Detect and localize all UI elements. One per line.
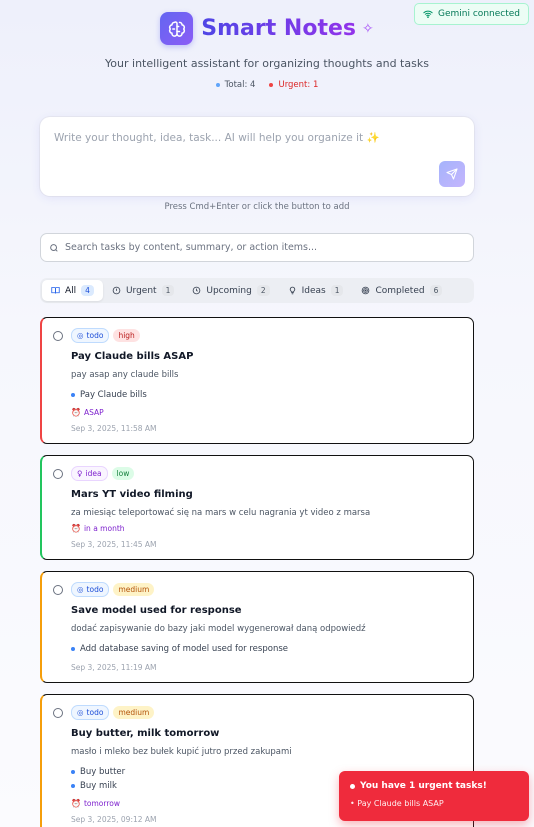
task-description: masło i mleko bez bułek kupić jutro prze… <box>71 747 292 757</box>
send-icon <box>446 168 458 180</box>
toast-item: • Pay Claude bills ASAP <box>350 799 444 808</box>
tab-count: 1 <box>161 285 175 296</box>
complete-checkbox[interactable] <box>53 708 63 718</box>
stats-bar: Total: 4 Urgent: 1 <box>0 80 534 90</box>
tag-row: ◎ todo medium <box>71 582 461 597</box>
type-badge: ◎ todo <box>71 328 110 343</box>
tag-row: ♀ idea low <box>71 466 461 481</box>
alert-dot-icon <box>350 783 355 789</box>
alarm-clock-icon: ⏰ <box>71 524 81 533</box>
tab-count: 6 <box>429 285 443 296</box>
due-label: ⏰ ASAP <box>71 408 104 417</box>
lightbulb-icon <box>289 286 295 295</box>
target-icon <box>362 286 370 295</box>
tab-ideas[interactable]: Ideas 1 <box>279 280 353 301</box>
tab-label: Completed <box>375 285 425 296</box>
complete-checkbox[interactable] <box>53 585 63 595</box>
task-description: za miesiąc teleportować się na mars w ce… <box>71 508 371 518</box>
target-icon: ◎ <box>77 585 84 594</box>
task-timestamp: Sep 3, 2025, 11:58 AM <box>71 424 157 433</box>
alarm-clock-icon: ⏰ <box>71 408 81 417</box>
tab-count: 1 <box>330 285 344 296</box>
brand: Smart Notes ✧ <box>0 12 534 45</box>
alarm-clock-icon: ⏰ <box>71 799 81 808</box>
task-title: Mars YT video filming <box>71 489 193 500</box>
task-title: Save model used for response <box>71 605 242 616</box>
task-card[interactable]: ◎ todo high Pay Claude bills ASAP pay asa… <box>40 317 474 444</box>
priority-badge: medium <box>113 583 155 596</box>
complete-checkbox[interactable] <box>53 469 63 479</box>
priority-badge: low <box>111 467 135 480</box>
due-label: ⏰ in a month <box>71 524 125 533</box>
type-badge: ◎ todo <box>71 705 110 720</box>
target-icon: ◎ <box>77 708 84 717</box>
alert-circle-icon <box>112 286 121 295</box>
tag-row: ◎ todo high <box>71 328 461 343</box>
tab-label: Upcoming <box>206 285 252 296</box>
compose-box <box>40 117 474 196</box>
task-card[interactable]: ♀ idea low Mars YT video filming za miesi… <box>40 455 474 560</box>
clock-icon <box>193 286 201 295</box>
complete-checkbox[interactable] <box>53 331 63 341</box>
task-title: Buy butter, milk tomorrow <box>71 728 220 739</box>
tab-count: 2 <box>256 285 270 296</box>
task-timestamp: Sep 3, 2025, 11:45 AM <box>71 540 157 549</box>
compose-hint: Press Cmd+Enter or click the button to a… <box>164 202 350 212</box>
task-description: pay asap any claude bills <box>71 370 179 380</box>
search-input[interactable] <box>65 242 473 253</box>
search-bar <box>40 233 474 262</box>
page-header: Smart Notes ✧ Your intelligent assistant… <box>0 12 534 90</box>
tab-upcoming[interactable]: Upcoming 2 <box>183 280 278 301</box>
toast-title: You have 1 urgent tasks! <box>350 781 518 791</box>
search-icon <box>50 243 58 252</box>
type-badge: ♀ idea <box>71 466 108 481</box>
task-timestamp: Sep 3, 2025, 11:19 AM <box>71 663 157 672</box>
task-title: Pay Claude bills ASAP <box>71 351 194 362</box>
priority-badge: high <box>113 329 140 342</box>
action-item: Add database saving of model used for re… <box>71 642 461 656</box>
task-card[interactable]: ◎ todo medium Save model used for respons… <box>40 571 474 683</box>
tab-completed[interactable]: Completed 6 <box>352 280 451 301</box>
sparkles-icon: ✧ <box>361 20 374 37</box>
target-icon: ◎ <box>77 331 84 340</box>
tab-label: Ideas <box>301 285 326 296</box>
lightbulb-icon: ♀ <box>77 469 83 478</box>
action-items: Add database saving of model used for re… <box>71 642 461 656</box>
task-description: dodać zapisywanie do bazy jaki model wyg… <box>71 624 366 634</box>
tab-all[interactable]: All 4 <box>42 280 103 301</box>
tab-urgent[interactable]: Urgent 1 <box>103 280 183 301</box>
filter-tabs: All 4 Urgent 1 Upcoming 2 Ideas 1 Comple… <box>40 278 474 303</box>
tab-count: 4 <box>81 285 94 296</box>
thought-input[interactable] <box>40 117 474 196</box>
action-item: Pay Claude bills <box>71 388 461 402</box>
tag-row: ◎ todo medium <box>71 705 461 720</box>
page-title: Smart Notes <box>201 16 356 41</box>
tab-label: All <box>65 285 77 296</box>
book-icon <box>51 287 60 294</box>
stat-total: Total: 4 <box>215 80 255 90</box>
tab-label: Urgent <box>125 285 157 296</box>
stat-urgent: Urgent: 1 <box>269 80 318 90</box>
priority-badge: medium <box>113 706 155 719</box>
task-list: ◎ todo high Pay Claude bills ASAP pay asa… <box>40 317 474 827</box>
urgent-toast[interactable]: You have 1 urgent tasks! • Pay Claude bi… <box>339 771 529 821</box>
send-button[interactable] <box>439 161 465 187</box>
brain-icon <box>160 12 194 45</box>
tagline: Your intelligent assistant for organizin… <box>105 57 429 70</box>
action-items: Pay Claude bills <box>71 388 461 402</box>
type-badge: ◎ todo <box>71 582 110 597</box>
